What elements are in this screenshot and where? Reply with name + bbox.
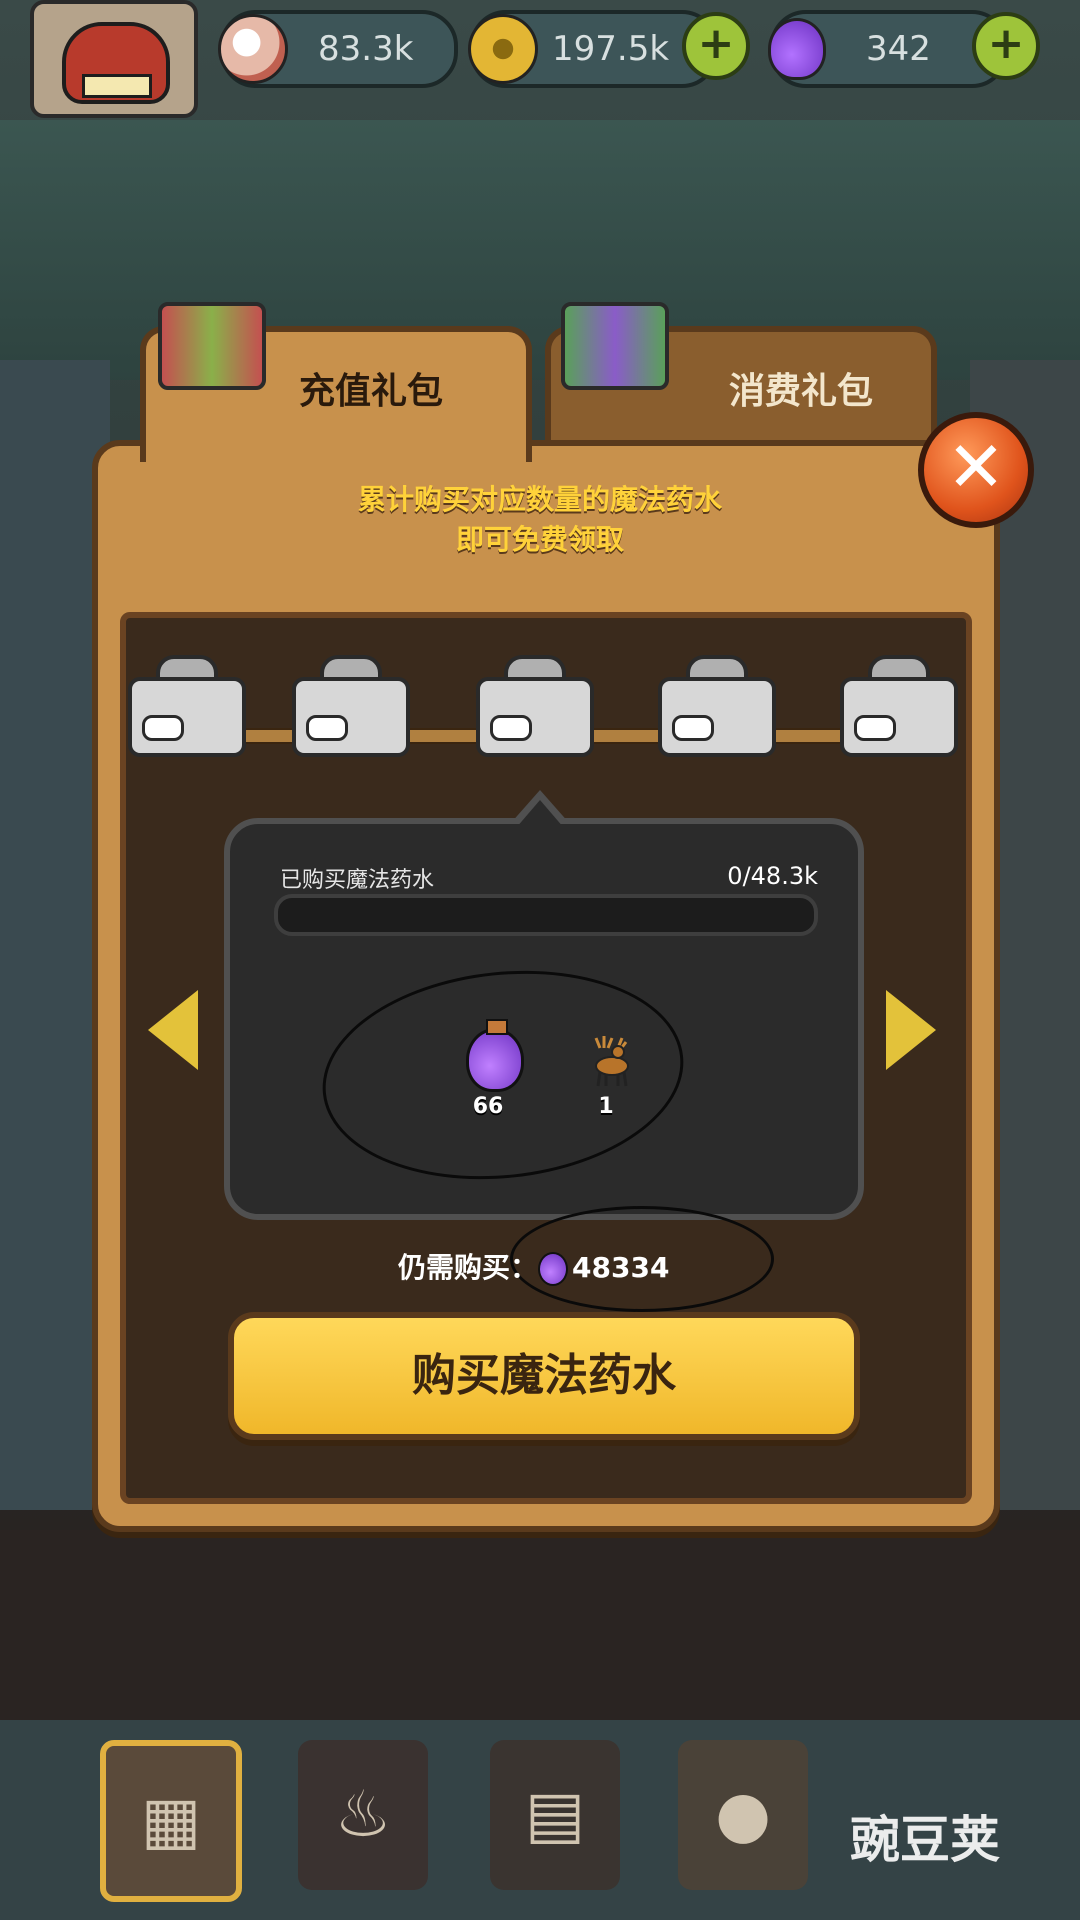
gift-tier-1[interactable] bbox=[128, 655, 246, 757]
nav-shop-button[interactable]: ▦ bbox=[100, 1740, 242, 1902]
progress-value: 0/48.3k bbox=[727, 862, 818, 890]
eyes-icon bbox=[142, 715, 184, 741]
nav-kitchen-button[interactable]: ♨ bbox=[298, 1740, 428, 1890]
previous-arrow-button[interactable] bbox=[148, 990, 198, 1070]
teeth-icon bbox=[82, 74, 152, 98]
book-icon: ▤ bbox=[524, 1778, 586, 1852]
add-coins-button[interactable]: + bbox=[682, 12, 750, 80]
panel-description: 累计购买对应数量的魔法药水 即可免费领取 bbox=[0, 480, 1080, 560]
progress-label: 已购买魔法药水 bbox=[280, 868, 435, 893]
coins-value: 197.5k bbox=[552, 29, 670, 69]
eyes-icon bbox=[672, 715, 714, 741]
eyes-icon bbox=[306, 715, 348, 741]
eyes-value: 83.3k bbox=[318, 29, 414, 69]
gift-tier-3-selected[interactable] bbox=[476, 655, 594, 757]
buy-potion-button[interactable]: 购买魔法药水 bbox=[228, 1312, 860, 1440]
resource-bar: 83.3k 197.5k + 342 + bbox=[0, 0, 1080, 118]
nav-recipe-book-button[interactable]: ▤ bbox=[490, 1740, 620, 1890]
tab-recharge-gift[interactable]: 充值礼包 bbox=[140, 302, 532, 462]
coin-icon bbox=[468, 14, 538, 84]
eyes-counter: 83.3k bbox=[218, 10, 458, 88]
remaining-value: 48334 bbox=[572, 1251, 670, 1284]
tab-recharge-label: 充值礼包 bbox=[298, 371, 443, 412]
gift-tier-2[interactable] bbox=[292, 655, 410, 757]
gift-tier-5[interactable] bbox=[840, 655, 958, 757]
watermark-text: 豌豆荚 bbox=[850, 1811, 1000, 1869]
tab-consume-label: 消费礼包 bbox=[728, 371, 873, 412]
potions-value: 342 bbox=[866, 29, 931, 69]
remaining-label: 仍需购买： bbox=[398, 1251, 539, 1284]
player-avatar[interactable] bbox=[30, 0, 198, 118]
nav-bag-button[interactable]: ● bbox=[678, 1740, 808, 1890]
description-line-1: 累计购买对应数量的魔法药水 bbox=[357, 483, 722, 516]
eyeball-icon bbox=[218, 14, 288, 84]
coins-counter: 197.5k + bbox=[468, 10, 750, 88]
remaining-purchase: 仍需购买： 48334 bbox=[398, 1246, 669, 1286]
gift-box-icon bbox=[561, 302, 669, 390]
stove-icon: ♨ bbox=[334, 1778, 392, 1852]
bag-icon: ● bbox=[715, 1778, 771, 1852]
add-potions-button[interactable]: + bbox=[972, 12, 1040, 80]
description-line-2: 即可免费领取 bbox=[455, 523, 624, 556]
progress-bar bbox=[274, 894, 818, 936]
eyes-icon bbox=[490, 715, 532, 741]
potion-icon bbox=[768, 18, 826, 80]
eyes-icon bbox=[854, 715, 896, 741]
gift-tier-4[interactable] bbox=[658, 655, 776, 757]
shop-icon: ▦ bbox=[140, 1784, 202, 1858]
potions-counter: 342 + bbox=[768, 10, 1040, 88]
potion-icon bbox=[538, 1252, 569, 1286]
next-arrow-button[interactable] bbox=[886, 990, 936, 1070]
